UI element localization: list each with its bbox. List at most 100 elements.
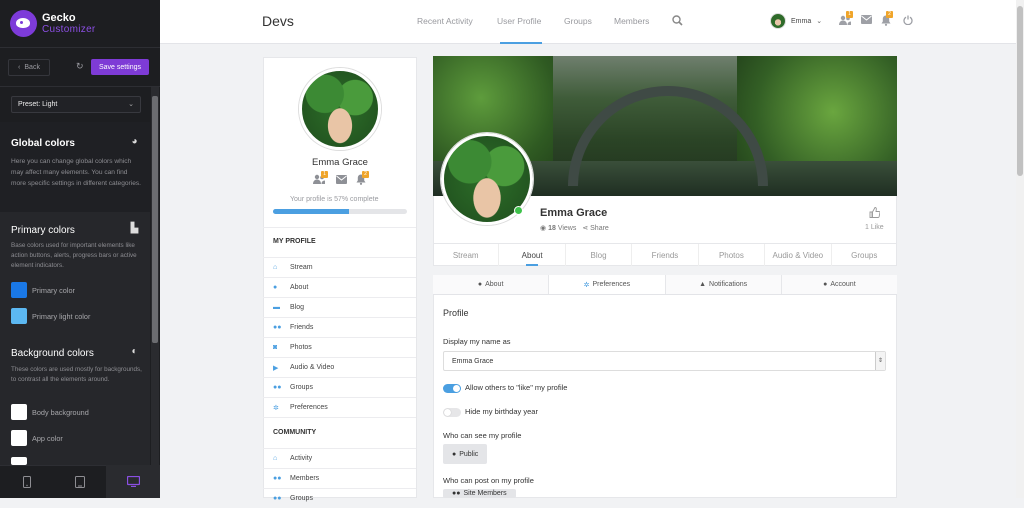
- home-icon: ⌂: [273, 264, 278, 271]
- bell-icon: ▲: [699, 281, 707, 288]
- next-color-swatch[interactable]: [11, 457, 27, 465]
- display-name-select[interactable]: Emma Grace ⇕: [443, 351, 886, 371]
- menu-item-photos[interactable]: ◙ Photos: [263, 337, 416, 357]
- visibility-value: Public: [459, 450, 479, 458]
- menu-item-members[interactable]: ●● Members: [263, 468, 416, 488]
- body-background-swatch[interactable]: [11, 404, 27, 420]
- avatar[interactable]: [299, 68, 381, 150]
- views-count: 18: [548, 225, 556, 232]
- menu-item-preferences[interactable]: ✲ Preferences: [263, 397, 416, 417]
- top-navbar: Devs Recent Activity User Profile Groups…: [160, 0, 1016, 44]
- camera-icon: ◙: [273, 344, 278, 351]
- primary-colors-title: Primary colors: [11, 225, 75, 236]
- thumbs-up-icon[interactable]: [869, 207, 881, 221]
- gecko-logo-icon: [10, 10, 37, 37]
- menu-item-friends[interactable]: ●● Friends: [263, 317, 416, 337]
- who-can-post-label: Who can post on my profile: [443, 476, 534, 485]
- tab-blog[interactable]: Blog: [566, 244, 633, 266]
- cover-profile-name: Emma Grace: [540, 207, 608, 219]
- brand: Gecko Customizer: [10, 10, 96, 37]
- views-label: Views: [557, 225, 577, 232]
- tab-friends[interactable]: Friends: [632, 244, 699, 266]
- tab-audio-video[interactable]: Audio & Video: [765, 244, 832, 266]
- tab-groups[interactable]: Groups: [832, 244, 897, 266]
- settings-tabs: ● About ✲ Preferences ▲ Notifications ● Acco…: [433, 275, 897, 295]
- power-icon[interactable]: [903, 15, 913, 28]
- brand-subtitle: Customizer: [42, 23, 96, 35]
- tablet-view-button[interactable]: [53, 465, 106, 498]
- menu-item-activity[interactable]: ⌂ Activity: [263, 448, 416, 468]
- chevron-down-icon: ⌄: [128, 101, 134, 108]
- home-icon: ⌂: [273, 455, 278, 462]
- site-preview: Devs Recent Activity User Profile Groups…: [160, 0, 1024, 502]
- menu-item-blog[interactable]: ▬ Blog: [263, 297, 416, 317]
- site-title[interactable]: Devs: [262, 13, 294, 29]
- menu-item-community-groups[interactable]: ●● Groups: [263, 488, 416, 508]
- menu-item-audio-video[interactable]: ▶ Audio & Video: [263, 357, 416, 377]
- video-icon: ▶: [273, 364, 279, 372]
- reset-icon[interactable]: ↻: [76, 62, 85, 71]
- mail-icon[interactable]: [336, 175, 347, 186]
- user-icon: ●: [477, 281, 483, 288]
- primary-light-color-label: Primary light color: [32, 312, 91, 321]
- nav-groups[interactable]: Groups: [564, 16, 592, 26]
- nav-user-profile[interactable]: User Profile: [497, 16, 541, 26]
- preset-value: Preset: Light: [18, 101, 58, 108]
- desktop-view-button[interactable]: [106, 465, 160, 498]
- chevron-left-icon: ‹: [18, 64, 21, 71]
- groups-icon: ●●: [273, 495, 282, 502]
- save-settings-button[interactable]: Save settings: [91, 59, 149, 75]
- paint-icon: ▙: [130, 223, 139, 234]
- hide-birthday-toggle[interactable]: [443, 408, 461, 417]
- tab-photos[interactable]: Photos: [699, 244, 766, 266]
- display-name-label: Display my name as: [443, 337, 511, 346]
- mobile-view-button[interactable]: [0, 465, 53, 498]
- menu-item-groups[interactable]: ●● Groups: [263, 377, 416, 397]
- online-status-dot: [514, 206, 523, 215]
- hide-birthday-label: Hide my birthday year: [465, 407, 538, 416]
- members-icon: ●●: [273, 475, 282, 482]
- allow-likes-toggle[interactable]: [443, 384, 461, 393]
- visibility-button[interactable]: ● Public: [443, 444, 488, 464]
- share-icon[interactable]: ⋖: [582, 225, 588, 232]
- subtab-notifications[interactable]: ▲ Notifications: [665, 275, 782, 294]
- profile-name[interactable]: Emma Grace: [312, 157, 368, 168]
- subtab-about[interactable]: ● About: [433, 275, 550, 294]
- user-menu[interactable]: Emma ⌄: [770, 13, 822, 29]
- preset-select[interactable]: Preset: Light ⌄: [11, 96, 141, 113]
- mail-icon[interactable]: [861, 15, 872, 27]
- tab-about[interactable]: About: [499, 244, 566, 266]
- my-profile-header: MY PROFILE: [273, 238, 316, 245]
- back-button[interactable]: ‹ Back: [8, 59, 50, 76]
- app-color-swatch[interactable]: [11, 430, 27, 446]
- search-icon[interactable]: [672, 15, 683, 29]
- primary-light-color-swatch[interactable]: [11, 308, 27, 324]
- customizer-scroll-thumb[interactable]: [152, 96, 158, 343]
- eye-icon: ◉: [540, 225, 547, 232]
- profile-progress-text: Your profile is 57% complete: [290, 196, 379, 203]
- notification-badge: 2: [886, 11, 893, 18]
- nav-members[interactable]: Members: [614, 16, 649, 26]
- tab-stream[interactable]: Stream: [433, 244, 500, 266]
- subtab-preferences[interactable]: ✲ Preferences: [549, 275, 666, 294]
- post-permission-button[interactable]: ●● Site Members: [443, 489, 516, 498]
- background-colors-title: Background colors: [11, 348, 94, 359]
- global-colors-desc: Here you can change global colors which …: [11, 158, 141, 187]
- profile-progress-bar: [273, 209, 407, 214]
- page-scroll-thumb[interactable]: [1017, 6, 1023, 176]
- friends-icon: ●●: [273, 324, 282, 331]
- primary-color-swatch[interactable]: [11, 282, 27, 298]
- nav-active-indicator: [500, 42, 542, 44]
- globe-icon: ●: [452, 450, 457, 458]
- subtab-account[interactable]: ● Account: [781, 275, 897, 294]
- form-title: Profile: [443, 308, 469, 318]
- notification-badge: 2: [362, 171, 369, 178]
- share-button[interactable]: Share: [590, 225, 609, 232]
- profile-meta: ◉ 18 Views ⋖ Share: [540, 224, 609, 232]
- menu-item-about[interactable]: ● About: [263, 277, 416, 297]
- like-count: 1 Like: [865, 224, 884, 231]
- menu-item-stream[interactable]: ⌂ Stream: [263, 257, 416, 277]
- nav-recent-activity[interactable]: Recent Activity: [417, 16, 473, 26]
- user-icon: ●: [273, 284, 278, 291]
- profile-tabs: Stream About Blog Friends Photos Audio &…: [433, 243, 897, 266]
